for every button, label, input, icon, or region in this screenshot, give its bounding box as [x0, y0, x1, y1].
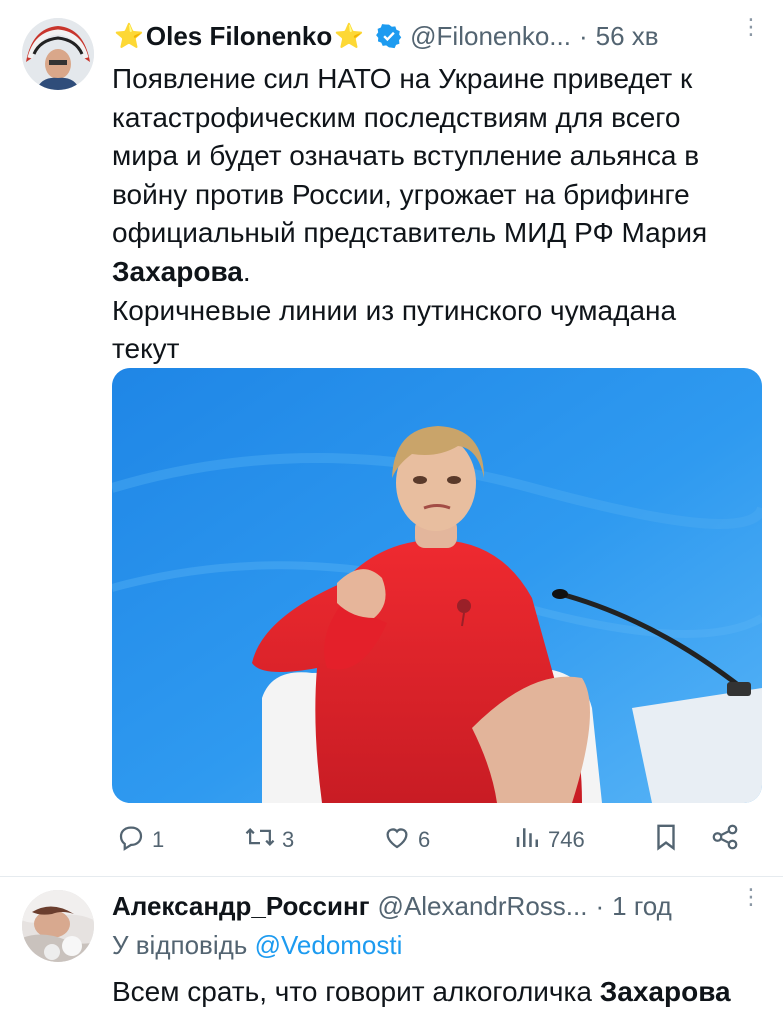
text-line: войну против России, угрожает на брифинг… — [112, 178, 690, 210]
more-icon[interactable]: ⋮ — [740, 16, 762, 38]
bold-name: Захарова — [112, 255, 243, 287]
retweet-button[interactable]: 3 — [244, 818, 294, 862]
verified-badge-icon — [376, 23, 402, 49]
text-line: Появление сил НАТО на Украине приведет к — [112, 63, 693, 94]
retweet-icon — [244, 822, 282, 858]
reply-author-avatar[interactable] — [22, 890, 94, 962]
tweet-photo[interactable] — [112, 368, 762, 803]
reply-author-name[interactable]: Александр_Россинг — [112, 891, 370, 922]
tweet-actions: 1 3 6 746 — [112, 818, 752, 862]
reply-author-handle[interactable]: @AlexandrRoss... — [378, 891, 588, 922]
reply-text-bold: Захарова — [599, 976, 731, 1007]
like-button[interactable]: 6 — [382, 818, 430, 862]
text-line: Захарова. — [112, 253, 752, 292]
reply-button[interactable]: 1 — [116, 818, 164, 862]
reply-to-link[interactable]: @Vedomosti — [255, 930, 403, 960]
share-icon — [710, 822, 746, 858]
bookmark-icon — [652, 822, 686, 858]
separator-dot: · — [578, 20, 588, 51]
tweet-header: ⭐ Oles Filonenko ⭐ @Filonenko... · 56 хв… — [112, 16, 762, 54]
reply-time[interactable]: 1 год — [612, 891, 672, 922]
views-icon — [514, 822, 548, 858]
reply-text: Всем срать, что говорит алкоголичка Заха… — [112, 976, 731, 1008]
retweet-count: 3 — [282, 827, 295, 852]
tweet-time[interactable]: 56 хв — [596, 21, 659, 52]
tweet-divider — [0, 876, 783, 877]
reply-count: 1 — [152, 827, 165, 852]
views-count: 746 — [548, 827, 585, 852]
author-avatar[interactable] — [22, 18, 94, 90]
text-line: катастрофическим последствиям для всего — [112, 101, 681, 133]
like-icon — [382, 822, 418, 858]
author-name[interactable]: ⭐ Oles Filonenko ⭐ — [112, 21, 366, 52]
reply-context: У відповідь @Vedomosti — [112, 930, 402, 961]
bookmark-button[interactable] — [652, 818, 686, 862]
separator-dot: · — [595, 890, 605, 921]
views-button[interactable]: 746 — [514, 818, 585, 862]
star-icon: ⭐ — [114, 22, 144, 50]
more-icon[interactable]: ⋮ — [740, 886, 762, 908]
text-suffix: . — [242, 255, 251, 287]
reply-icon — [116, 822, 152, 858]
star-icon: ⭐ — [334, 22, 365, 50]
like-count: 6 — [418, 827, 431, 852]
text-line: официальный представитель МИД РФ Мария — [112, 217, 708, 249]
text-line: мира и будет означать вступление альянса… — [112, 140, 700, 172]
author-handle[interactable]: @Filonenko... — [410, 21, 571, 52]
text-line: текут — [112, 333, 180, 365]
reply-prefix: У відповідь — [112, 930, 248, 960]
share-button[interactable] — [710, 818, 746, 862]
author-name-text: Oles Filonenko — [145, 20, 333, 51]
reply-text-plain: Всем срать, что говорит алкоголичка — [112, 976, 600, 1007]
tweet-text: Появление сил НАТО на Украине приведет к… — [112, 60, 752, 369]
text-line: Коричневые линии из путинского чумадана — [112, 294, 677, 326]
reply-header: Александр_Россинг @AlexandrRoss... · 1 г… — [112, 886, 762, 924]
